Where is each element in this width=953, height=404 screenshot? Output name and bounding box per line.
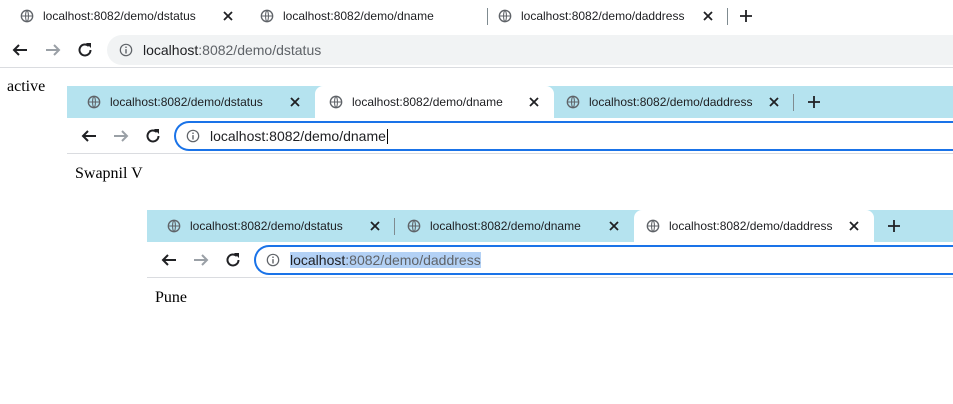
page-content: Pune [155, 289, 187, 306]
address-text: localhost:8082/demo/dstatus [143, 42, 321, 58]
toolbar: localhost:8082/demo/dstatus [0, 32, 953, 68]
url-path: :8082/demo/daddress [345, 252, 481, 268]
globe-icon [167, 219, 181, 233]
reload-button[interactable] [141, 124, 165, 148]
arrow-right-icon [46, 44, 61, 56]
url-host: localhost [210, 128, 266, 144]
close-icon[interactable] [287, 94, 303, 110]
back-button[interactable] [157, 248, 181, 272]
plus-icon [808, 96, 820, 108]
tab-dstatus[interactable]: localhost:8082/demo/dstatus [67, 86, 315, 118]
tab-label: localhost:8082/demo/dstatus [110, 95, 263, 109]
page-content: active [7, 78, 46, 95]
tab-separator [727, 8, 728, 25]
close-icon[interactable] [367, 218, 383, 234]
tab-daddress[interactable]: localhost:8082/demo/daddress [488, 0, 728, 32]
new-tab-button[interactable] [798, 86, 830, 118]
tab-label: localhost:8082/demo/dstatus [43, 9, 196, 23]
close-icon[interactable] [606, 218, 622, 234]
address-bar[interactable]: localhost:8082/demo/daddress [254, 245, 953, 275]
forward-button[interactable] [41, 38, 65, 62]
globe-icon [260, 9, 274, 23]
page-content: Swapnil V [75, 165, 143, 182]
tab-daddress[interactable]: localhost:8082/demo/daddress [634, 210, 874, 242]
globe-icon [407, 219, 421, 233]
browser-window-dstatus: localhost:8082/demo/dstatus localhost:80… [0, 0, 953, 95]
tab-label: localhost:8082/demo/daddress [669, 219, 833, 233]
info-icon[interactable] [266, 253, 280, 267]
globe-icon [646, 219, 660, 233]
close-icon[interactable] [846, 218, 862, 234]
tab-dname[interactable]: localhost:8082/demo/dname [395, 210, 634, 242]
info-icon[interactable] [186, 129, 200, 143]
tab-label: localhost:8082/demo/daddress [589, 95, 753, 109]
tab-label: localhost:8082/demo/dname [352, 95, 503, 109]
globe-icon [566, 95, 580, 109]
close-icon[interactable] [220, 8, 236, 24]
forward-button[interactable] [189, 248, 213, 272]
arrow-right-icon [194, 254, 209, 266]
arrow-left-icon [12, 44, 27, 56]
back-button[interactable] [8, 38, 32, 62]
tab-dstatus[interactable]: localhost:8082/demo/dstatus [0, 0, 248, 32]
new-tab-button[interactable] [730, 0, 762, 32]
url-path: :8082/demo/dname [265, 128, 386, 144]
globe-icon [20, 9, 34, 23]
tab-dstatus[interactable]: localhost:8082/demo/dstatus [147, 210, 395, 242]
tab-strip: localhost:8082/demo/dstatus localhost:80… [0, 0, 953, 32]
close-icon[interactable] [526, 94, 542, 110]
address-text: localhost:8082/demo/dname [210, 128, 386, 144]
arrow-left-icon [81, 130, 96, 142]
tab-dname[interactable]: localhost:8082/demo/dname [315, 86, 554, 118]
url-host: localhost [143, 42, 199, 58]
reload-button[interactable] [221, 248, 245, 272]
address-bar[interactable]: localhost:8082/demo/dname [174, 121, 953, 151]
forward-button[interactable] [109, 124, 133, 148]
back-button[interactable] [77, 124, 101, 148]
browser-window-daddress: localhost:8082/demo/dstatus localhost:80… [147, 210, 953, 306]
tab-daddress[interactable]: localhost:8082/demo/daddress [554, 86, 794, 118]
browser-window-dname: localhost:8082/demo/dstatus localhost:80… [67, 86, 953, 182]
globe-icon [87, 95, 101, 109]
tab-separator [793, 94, 794, 111]
tab-label: localhost:8082/demo/daddress [521, 9, 685, 23]
tab-strip: localhost:8082/demo/dstatus localhost:80… [67, 86, 953, 118]
tab-label: localhost:8082/demo/dname [283, 9, 434, 23]
new-tab-button[interactable] [878, 210, 910, 242]
toolbar: localhost:8082/demo/daddress [147, 242, 953, 278]
address-bar[interactable]: localhost:8082/demo/dstatus [107, 35, 953, 65]
reload-icon [146, 129, 160, 143]
reload-icon [78, 43, 92, 57]
close-icon[interactable] [766, 94, 782, 110]
reload-button[interactable] [73, 38, 97, 62]
address-text-selected: localhost:8082/demo/daddress [290, 252, 481, 268]
tab-label: localhost:8082/demo/dname [430, 219, 581, 233]
toolbar: localhost:8082/demo/dname [67, 118, 953, 154]
globe-icon [329, 95, 343, 109]
info-icon[interactable] [119, 43, 133, 57]
tab-label: localhost:8082/demo/dstatus [190, 219, 343, 233]
arrow-right-icon [114, 130, 129, 142]
text-caret [386, 128, 388, 144]
url-host: localhost [290, 252, 346, 268]
reload-icon [226, 253, 240, 267]
tab-dname[interactable]: localhost:8082/demo/dname [248, 0, 488, 32]
close-icon[interactable] [700, 8, 716, 24]
arrow-left-icon [161, 254, 176, 266]
plus-icon [740, 10, 752, 22]
plus-icon [888, 220, 900, 232]
url-path: :8082/demo/dstatus [198, 42, 322, 58]
globe-icon [498, 9, 512, 23]
tab-strip: localhost:8082/demo/dstatus localhost:80… [147, 210, 953, 242]
